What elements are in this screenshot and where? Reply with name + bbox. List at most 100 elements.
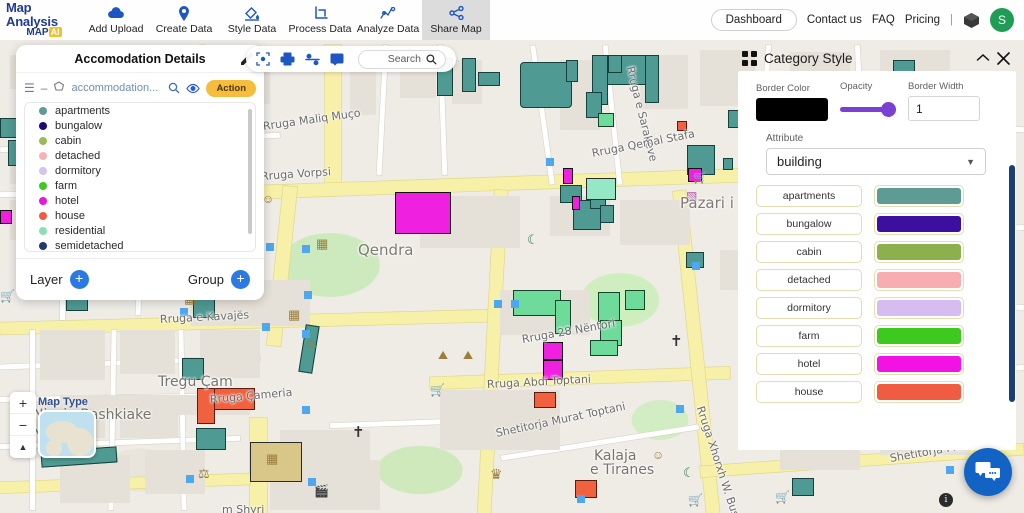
map-vertex-handle[interactable] bbox=[302, 245, 310, 253]
app-logo[interactable]: Map Analysis MAP AI bbox=[0, 1, 82, 39]
nav-style-data[interactable]: Style Data bbox=[218, 0, 286, 40]
search-input[interactable]: Search bbox=[358, 49, 446, 69]
map-vertex-handle[interactable] bbox=[692, 262, 700, 270]
category-color-swatch[interactable] bbox=[874, 297, 964, 319]
focus-target-icon[interactable] bbox=[256, 52, 270, 66]
border-width-input[interactable] bbox=[908, 96, 980, 121]
category-color-swatch[interactable] bbox=[874, 213, 964, 235]
dashboard-button[interactable]: Dashboard bbox=[710, 9, 797, 31]
cube-icon[interactable] bbox=[963, 12, 980, 29]
pricing-link[interactable]: Pricing bbox=[905, 14, 940, 26]
attribute-select[interactable]: building ▼ bbox=[766, 148, 986, 175]
nav-process-data[interactable]: Process Data bbox=[286, 0, 354, 40]
map-feature-building[interactable] bbox=[478, 72, 500, 86]
map-feature-building[interactable] bbox=[0, 210, 12, 224]
map-vertex-handle[interactable] bbox=[262, 323, 270, 331]
map-feature-building[interactable] bbox=[555, 300, 571, 334]
map-feature-building[interactable] bbox=[625, 290, 645, 310]
contact-us-link[interactable]: Contact us bbox=[807, 14, 862, 26]
map-feature-building[interactable] bbox=[197, 388, 215, 424]
category-color-swatch[interactable] bbox=[874, 185, 964, 207]
map-feature-building[interactable] bbox=[563, 168, 573, 184]
list-item[interactable]: bungalow bbox=[25, 118, 255, 133]
category-name[interactable]: cabin bbox=[756, 241, 862, 263]
category-name[interactable]: dormitory bbox=[756, 297, 862, 319]
map-feature-building[interactable] bbox=[395, 192, 451, 234]
list-item[interactable]: cabin bbox=[25, 133, 255, 148]
map-feature-building[interactable] bbox=[723, 158, 733, 170]
zoom-to-layer-icon[interactable] bbox=[168, 82, 180, 94]
map-feature-building[interactable] bbox=[598, 113, 614, 127]
map-vertex-handle[interactable] bbox=[304, 291, 312, 299]
map-vertex-handle[interactable] bbox=[577, 495, 585, 503]
category-name[interactable]: bungalow bbox=[756, 213, 862, 235]
map-type-thumbnail[interactable] bbox=[38, 410, 96, 458]
map-feature-building[interactable] bbox=[520, 62, 572, 108]
compass-button[interactable]: ▲ bbox=[10, 436, 36, 458]
list-item[interactable]: apartments bbox=[25, 103, 255, 118]
list-item[interactable]: dormitory bbox=[25, 163, 255, 178]
chat-bubbles-icon[interactable] bbox=[964, 448, 1012, 496]
avatar[interactable]: S bbox=[990, 8, 1014, 32]
layer-name[interactable]: accommodation... bbox=[71, 82, 162, 94]
map-feature-building[interactable] bbox=[534, 392, 556, 408]
minus-icon[interactable]: – bbox=[41, 81, 48, 95]
border-color-swatch[interactable] bbox=[756, 98, 828, 121]
list-item[interactable]: residential bbox=[25, 223, 255, 238]
map-vertex-handle[interactable] bbox=[186, 475, 194, 483]
category-name[interactable]: hotel bbox=[756, 353, 862, 375]
map-feature-building[interactable] bbox=[513, 290, 561, 316]
map-feature-building[interactable] bbox=[677, 121, 687, 131]
map-feature-building[interactable] bbox=[543, 360, 563, 380]
map-feature-building[interactable] bbox=[566, 60, 578, 82]
map-type-selector[interactable]: Map Type bbox=[38, 396, 96, 458]
category-color-swatch[interactable] bbox=[874, 325, 964, 347]
map-feature-building[interactable] bbox=[608, 55, 622, 73]
map-feature-building[interactable] bbox=[590, 340, 618, 356]
map-vertex-handle[interactable] bbox=[302, 406, 310, 414]
add-layer-button[interactable]: + bbox=[69, 270, 89, 289]
polygon-icon[interactable] bbox=[53, 81, 65, 95]
nav-analyze-data[interactable]: Analyze Data bbox=[354, 0, 422, 40]
map-vertex-handle[interactable] bbox=[676, 405, 684, 413]
category-color-swatch[interactable] bbox=[874, 241, 964, 263]
category-name[interactable]: house bbox=[756, 381, 862, 403]
zoom-out-button[interactable]: − bbox=[10, 414, 36, 436]
category-color-swatch[interactable] bbox=[874, 269, 964, 291]
comment-icon[interactable] bbox=[330, 53, 344, 66]
legend-scrollbar[interactable] bbox=[248, 109, 252, 234]
drag-handle-icon[interactable]: ☰ bbox=[24, 81, 35, 95]
category-style-scrollbar[interactable] bbox=[1009, 165, 1015, 402]
add-group-button[interactable]: + bbox=[231, 270, 250, 289]
info-icon[interactable]: i bbox=[939, 493, 953, 507]
faq-link[interactable]: FAQ bbox=[872, 14, 895, 26]
print-icon[interactable] bbox=[280, 52, 295, 66]
list-item[interactable]: house bbox=[25, 208, 255, 223]
category-name[interactable]: farm bbox=[756, 325, 862, 347]
map-feature-building[interactable] bbox=[543, 342, 563, 360]
nav-add-upload[interactable]: Add Upload bbox=[82, 0, 150, 40]
nav-share-map[interactable]: Share Map bbox=[422, 0, 490, 40]
legend-list[interactable]: apartments bungalow cabin detached dormitory… bbox=[24, 102, 256, 252]
map-feature-building[interactable] bbox=[645, 55, 659, 103]
map-feature-building[interactable] bbox=[196, 428, 226, 450]
compare-split-icon[interactable] bbox=[305, 53, 320, 66]
eye-icon[interactable] bbox=[186, 83, 201, 94]
opacity-slider[interactable] bbox=[840, 98, 896, 121]
list-item[interactable]: semidetached bbox=[25, 238, 255, 251]
list-item[interactable]: detached bbox=[25, 148, 255, 163]
slider-knob[interactable] bbox=[881, 102, 896, 117]
map-feature-building[interactable] bbox=[572, 196, 580, 210]
map-vertex-handle[interactable] bbox=[946, 466, 954, 474]
category-color-swatch[interactable] bbox=[874, 381, 964, 403]
chevron-up-icon[interactable] bbox=[976, 53, 990, 63]
map-feature-building[interactable] bbox=[586, 178, 616, 200]
map-feature-building[interactable] bbox=[182, 358, 204, 380]
map-feature-building[interactable] bbox=[600, 205, 614, 223]
nav-create-data[interactable]: Create Data bbox=[150, 0, 218, 40]
category-name[interactable]: apartments bbox=[756, 185, 862, 207]
map-feature-building[interactable] bbox=[462, 58, 476, 92]
close-icon[interactable] bbox=[997, 51, 1010, 65]
list-item[interactable]: farm bbox=[25, 178, 255, 193]
map-feature-building[interactable] bbox=[598, 292, 620, 322]
